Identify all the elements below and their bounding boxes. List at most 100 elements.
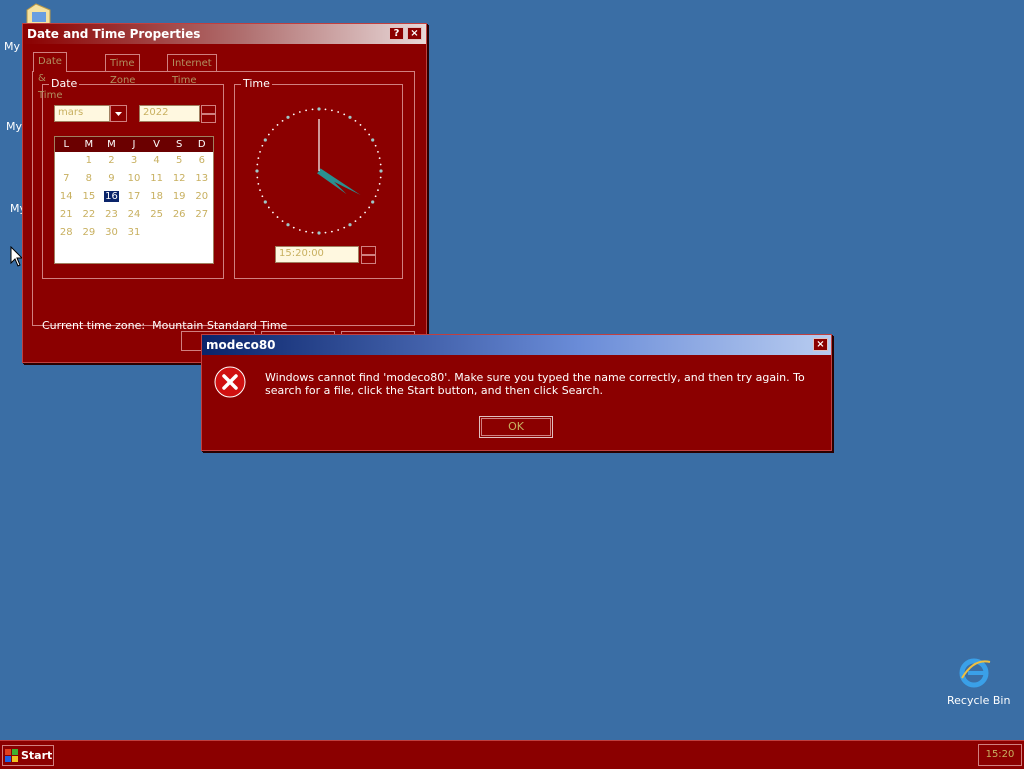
clock-tick (348, 223, 352, 227)
year-down-button[interactable] (201, 114, 216, 123)
clock-tick (337, 111, 340, 113)
calendar-day[interactable]: 9 (100, 170, 123, 188)
window-titlebar[interactable]: Date and Time Properties ? × (23, 24, 426, 44)
date-time-properties-window: Date and Time Properties ? × Date & Time… (22, 23, 427, 363)
clock-tick (343, 226, 346, 229)
calendar-day[interactable]: 6 (190, 152, 213, 170)
clock-tick (374, 195, 377, 198)
clock-tick (348, 115, 352, 119)
calendar-day[interactable]: 17 (123, 188, 146, 206)
month-dropdown-button[interactable] (110, 105, 127, 122)
month-select[interactable]: mars (54, 105, 110, 122)
desktop-icon-recycle-bin[interactable]: Recycle Bin (944, 656, 1010, 712)
ok-button[interactable]: OK (479, 416, 553, 438)
clock-tick (317, 107, 321, 111)
clock-tick (281, 119, 284, 122)
weekday-label: S (176, 139, 183, 150)
clock-tick (330, 230, 333, 233)
calendar-day[interactable]: 22 (78, 206, 101, 224)
calendar-weekday-header: L M M J V S D (55, 137, 213, 152)
clock-tick (343, 113, 346, 116)
tab-date-time[interactable]: Date & Time (33, 52, 68, 101)
taskbar: Start 15:20 (0, 740, 1024, 769)
clock-tick (324, 108, 327, 111)
tab-internet-time[interactable]: Internet Time (167, 54, 217, 86)
calendar-day[interactable]: 31 (123, 224, 146, 242)
clock-tick (379, 169, 383, 173)
calendar-day[interactable]: 18 (145, 188, 168, 206)
time-input[interactable]: 15:20:00 (275, 246, 359, 263)
calendar-day[interactable]: 14 (55, 188, 78, 206)
error-dialog: modeco80 × Windows cannot find 'modeco80… (201, 334, 832, 451)
calendar-day[interactable]: 7 (55, 170, 78, 188)
calendar-day[interactable]: 8 (78, 170, 101, 188)
close-button[interactable]: × (407, 27, 422, 40)
help-button[interactable]: ? (389, 27, 404, 40)
error-message: Windows cannot find 'modeco80'. Make sur… (265, 371, 805, 397)
clock-tick (286, 223, 290, 227)
calendar-day (190, 242, 213, 260)
time-down-button[interactable] (361, 255, 376, 264)
calendar-day[interactable]: 2 (100, 152, 123, 170)
calendar-day[interactable]: 25 (145, 206, 168, 224)
clock-tick (257, 182, 260, 185)
start-button[interactable]: Start (2, 745, 54, 766)
calendar-day (55, 242, 78, 260)
clock-tick (378, 182, 381, 185)
calendar-day[interactable]: 15 (78, 188, 101, 206)
desktop-icon-my-computer[interactable]: My (6, 120, 22, 133)
time-up-button[interactable] (361, 246, 376, 255)
calendar-day[interactable]: 24 (123, 206, 146, 224)
calendar-week-row: 14 15 16 17 18 19 20 (55, 188, 213, 206)
tab-time-zone[interactable]: Time Zone (105, 54, 141, 86)
current-time-zone-label: Current time zone: (42, 319, 146, 332)
clock-tick (368, 133, 371, 136)
year-up-button[interactable] (201, 105, 216, 114)
calendar-day[interactable]: 10 (123, 170, 146, 188)
weekday-label: M (107, 139, 116, 150)
calendar-day[interactable]: 27 (190, 206, 213, 224)
windows-logo-icon (5, 749, 18, 762)
calendar-day[interactable]: 5 (168, 152, 191, 170)
calendar-day[interactable]: 20 (190, 188, 213, 206)
calendar-days: 1 2 3 4 5 6 7 8 9 10 11 12 13 14 15 16 17 18 19 20 21 22 23 24 2… (55, 152, 213, 260)
calendar-day[interactable]: 13 (190, 170, 213, 188)
year-input[interactable]: 2022 (139, 105, 200, 122)
calendar-day[interactable]: 4 (145, 152, 168, 170)
calendar-day (123, 242, 146, 260)
close-button[interactable]: × (813, 338, 828, 351)
calendar-day[interactable]: 29 (78, 224, 101, 242)
clock-tick (371, 200, 375, 204)
clock-tick (272, 128, 274, 131)
calendar-day[interactable]: 23 (100, 206, 123, 224)
calendar-day (55, 152, 78, 170)
calendar-day[interactable]: 3 (123, 152, 146, 170)
calendar-week-row: 28 29 30 31 (55, 224, 213, 242)
clock-tick (330, 109, 333, 112)
clock-tick (298, 229, 301, 231)
clock-tick (305, 230, 308, 233)
clock-tick (261, 195, 264, 198)
dialog-titlebar[interactable]: modeco80 × (202, 335, 831, 355)
calendar-day[interactable]: 16 (100, 188, 123, 206)
calendar-day[interactable]: 11 (145, 170, 168, 188)
clock-tick (276, 124, 279, 126)
clock-tick (359, 216, 362, 218)
clock-tick (255, 169, 259, 173)
calendar-day[interactable]: 26 (168, 206, 191, 224)
selected-day-highlight: 16 (104, 191, 119, 202)
calendar-week-row: 7 8 9 10 11 12 13 (55, 170, 213, 188)
clock-tick (259, 189, 261, 192)
calendar-day[interactable]: 19 (168, 188, 191, 206)
clock-tick (377, 150, 379, 153)
calendar-day[interactable]: 1 (78, 152, 101, 170)
clock-tick (374, 144, 377, 147)
system-tray-clock[interactable]: 15:20 (978, 744, 1022, 766)
calendar-day[interactable]: 12 (168, 170, 191, 188)
calendar-day[interactable]: 30 (100, 224, 123, 242)
calendar-day[interactable]: 28 (55, 224, 78, 242)
clock-tick (364, 128, 366, 131)
weekday-label: M (84, 139, 94, 150)
calendar-day[interactable]: 21 (55, 206, 78, 224)
clock-tick (292, 113, 295, 116)
